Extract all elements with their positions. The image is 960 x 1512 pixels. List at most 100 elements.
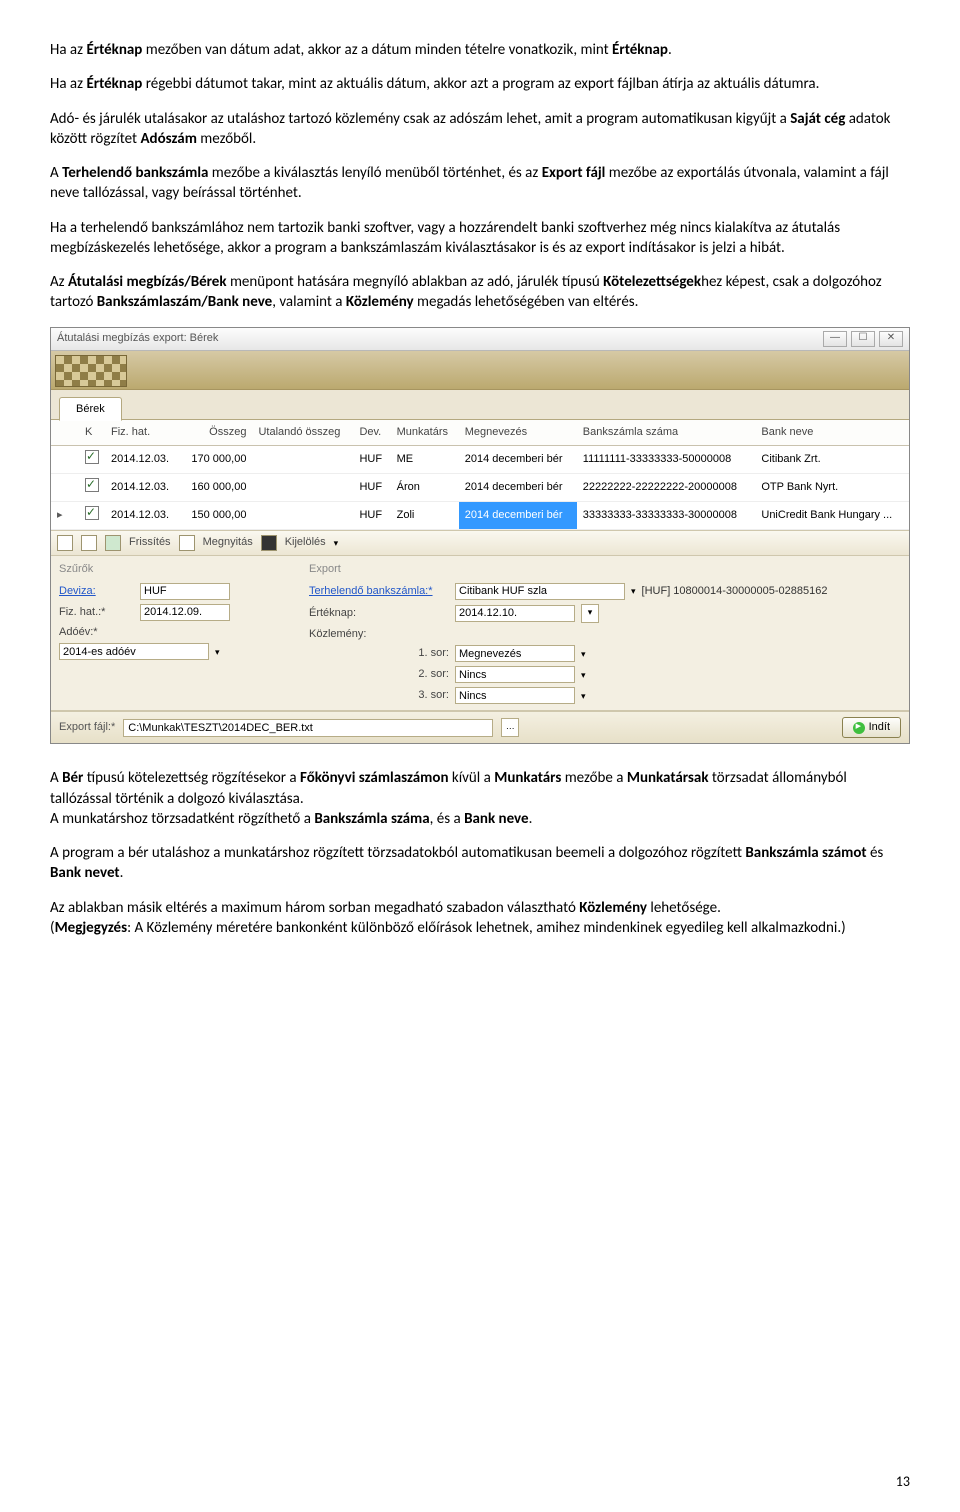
titlebar: Átutalási megbízás export: Bérek — ☐ ✕	[51, 328, 909, 351]
tab-berek[interactable]: Bérek	[59, 397, 122, 422]
table-row[interactable]: 2014.12.03.160 000,00HUFÁron2014 decembe…	[51, 474, 909, 502]
sor1-input[interactable]	[455, 645, 575, 662]
deviza-input[interactable]	[140, 583, 230, 600]
text: Munkatársak	[627, 769, 709, 787]
col-megnevezes[interactable]: Megnevezés	[459, 420, 577, 445]
maximize-button[interactable]: ☐	[851, 331, 875, 347]
minimize-button[interactable]: —	[823, 331, 847, 347]
sor1-label: 1. sor:	[309, 646, 449, 661]
text: Átutalási megbízás/Bérek	[68, 273, 227, 291]
text: Főkönyvi számlaszámon	[300, 769, 448, 787]
paragraph-1: Ha az Értéknap mezőben van dátum adat, a…	[50, 40, 910, 60]
text: Bankszámla száma	[314, 810, 429, 828]
paragraph-3: Adó- és járulék utalásakor az utaláshoz …	[50, 109, 910, 150]
browse-icon[interactable]: …	[501, 718, 519, 737]
sor3-input[interactable]	[455, 687, 575, 704]
paragraph-6: Az Átutalási megbízás/Bérek menüpont hat…	[50, 272, 910, 313]
erteknap-input[interactable]	[455, 605, 575, 622]
adoev-input[interactable]	[59, 643, 209, 660]
open-button[interactable]: Megnyitás	[203, 535, 253, 550]
open-icon[interactable]	[179, 535, 195, 551]
col-utalando[interactable]: Utalandó összeg	[252, 420, 353, 445]
text: Értéknap	[612, 41, 668, 59]
kozlemeny-label: Közlemény:	[309, 627, 449, 642]
date-picker-icon[interactable]: ▾	[581, 604, 599, 623]
delete-icon[interactable]	[81, 535, 97, 551]
text: Közlemény	[579, 899, 647, 917]
deviza-label[interactable]: Deviza:	[59, 584, 134, 599]
text: Bankszámla számot	[745, 844, 866, 862]
text: mezőbe a	[561, 769, 627, 787]
dropdown-icon[interactable]: ▾	[581, 669, 586, 681]
text: A	[50, 769, 62, 787]
paragraph-9: A program a bér utaláshoz a munkatárshoz…	[50, 843, 910, 884]
text: régebbi dátumot takar, mint az aktuális …	[142, 75, 819, 93]
terhelendo-label[interactable]: Terhelendő bankszámla:*	[309, 584, 449, 599]
text: Megjegyzés	[55, 919, 128, 937]
new-icon[interactable]	[57, 535, 73, 551]
text: mezőbe a kiválasztás lenyíló menüből tör…	[208, 164, 541, 182]
text: Értéknap	[86, 41, 142, 59]
fizhat-input[interactable]	[140, 604, 230, 621]
dropdown-icon[interactable]: ▾	[334, 537, 339, 549]
col-k[interactable]: K	[79, 420, 105, 445]
paragraph-4: A Terhelendő bankszámla mezőbe a kiválas…	[50, 163, 910, 204]
decorative-toolbar	[51, 351, 909, 390]
text: : A Közlemény méretére bankonként különb…	[127, 919, 846, 937]
text: Ha az	[50, 41, 86, 59]
text: Saját cég	[790, 110, 845, 128]
select-icon[interactable]	[261, 535, 277, 551]
text: Bér	[62, 769, 83, 787]
filters-panel: Szűrők Deviza: Fiz. hat.:* Adóév:* ▾ Exp…	[51, 556, 909, 712]
col-banksz[interactable]: Bankszámla száma	[577, 420, 756, 445]
tab-bar: Bérek	[51, 390, 909, 421]
close-button[interactable]: ✕	[879, 331, 903, 347]
data-grid[interactable]: K Fiz. hat. Összeg Utalandó összeg Dev. …	[51, 420, 909, 529]
col-munkatars[interactable]: Munkatárs	[391, 420, 459, 445]
fizhat-label: Fiz. hat.:*	[59, 605, 134, 620]
mini-toolbar: Frissítés Megnyitás Kijelölés ▾	[51, 530, 909, 556]
export-heading: Export	[309, 562, 901, 577]
paragraph-5: Ha a terhelendő bankszámlához nem tartoz…	[50, 218, 910, 259]
account-info: [HUF] 10800014-30000005-02885162	[642, 584, 828, 599]
dropdown-icon[interactable]: ▾	[581, 648, 586, 660]
play-icon	[853, 722, 865, 734]
text: Bank nevet	[50, 864, 120, 882]
dropdown-icon[interactable]: ▾	[215, 646, 220, 658]
page-number: 13	[896, 1473, 910, 1492]
app-window: Átutalási megbízás export: Bérek — ☐ ✕ B…	[50, 327, 910, 745]
text: mezőből.	[197, 130, 256, 148]
refresh-button[interactable]: Frissítés	[129, 535, 171, 550]
col-fizhat[interactable]: Fiz. hat.	[105, 420, 180, 445]
text: , és a	[430, 810, 464, 828]
paragraph-7: A Bér típusú kötelezettség rögzítésekor …	[50, 768, 910, 829]
text: menüpont hatására megnyíló ablakban az a…	[227, 273, 604, 291]
sor3-label: 3. sor:	[309, 688, 449, 703]
terhelendo-input[interactable]	[455, 583, 625, 600]
text: kívül a	[449, 769, 495, 787]
table-row[interactable]: 2014.12.03.170 000,00HUFME2014 decemberi…	[51, 446, 909, 474]
export-file-input[interactable]	[123, 719, 493, 737]
text: A program a bér utaláshoz a munkatárshoz…	[50, 844, 745, 862]
refresh-icon[interactable]	[105, 535, 121, 551]
col-dev[interactable]: Dev.	[353, 420, 390, 445]
col-osszeg[interactable]: Összeg	[180, 420, 252, 445]
text: A	[50, 164, 62, 182]
sor2-input[interactable]	[455, 666, 575, 683]
text: Terhelendő bankszámla	[62, 164, 208, 182]
sor2-label: 2. sor:	[309, 667, 449, 682]
text: típusú kötelezettség rögzítésekor a	[83, 769, 300, 787]
table-row[interactable]: 2014.12.03.150 000,00HUFZoli2014 decembe…	[51, 501, 909, 529]
select-button[interactable]: Kijelölés	[285, 535, 326, 550]
dropdown-icon[interactable]: ▾	[581, 690, 586, 702]
paragraph-10: Az ablakban másik eltérés a maximum háro…	[50, 898, 910, 939]
text: A munkatárshoz törzsadatként rögzíthető …	[50, 810, 314, 828]
text: Munkatárs	[494, 769, 561, 787]
start-button-label: Indít	[869, 720, 890, 735]
paragraph-2: Ha az Értéknap régebbi dátumot takar, mi…	[50, 74, 910, 94]
text: .	[120, 864, 124, 882]
start-button[interactable]: Indít	[842, 717, 901, 738]
dropdown-icon[interactable]: ▾	[631, 585, 636, 597]
adoev-label: Adóév:*	[59, 625, 134, 640]
col-bank[interactable]: Bank neve	[755, 420, 909, 445]
